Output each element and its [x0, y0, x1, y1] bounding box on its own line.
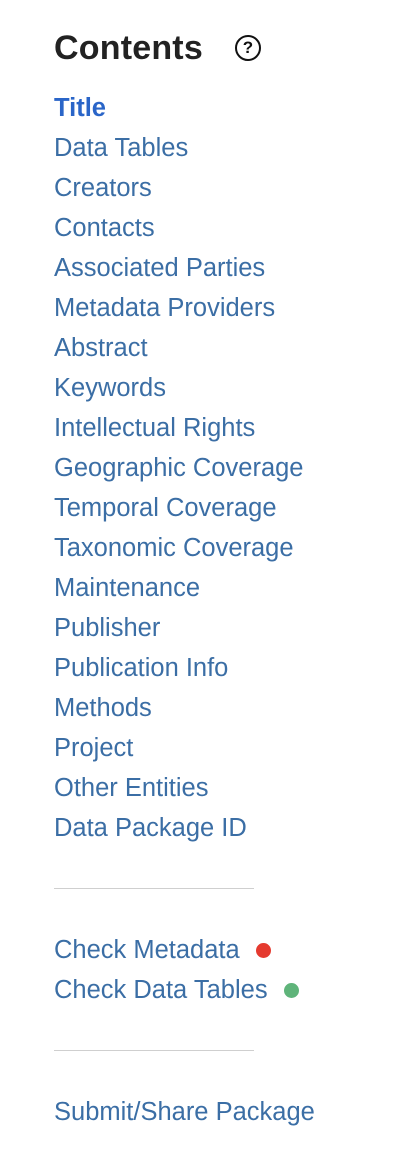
nav-item-abstract[interactable]: Abstract — [54, 328, 303, 368]
check-metadata-link[interactable]: Check Metadata — [54, 930, 299, 970]
nav-item-title[interactable]: Title — [54, 88, 303, 128]
checks-list: Check Metadata Check Data Tables — [54, 930, 299, 1010]
nav-item-intellectual-rights[interactable]: Intellectual Rights — [54, 408, 303, 448]
status-dot-green-icon — [283, 982, 299, 998]
divider — [54, 1050, 254, 1051]
nav-item-taxonomic-coverage[interactable]: Taxonomic Coverage — [54, 528, 303, 568]
nav-item-keywords[interactable]: Keywords — [54, 368, 303, 408]
nav-item-other-entities[interactable]: Other Entities — [54, 768, 303, 808]
status-dot-red-icon — [255, 942, 271, 958]
nav-item-maintenance[interactable]: Maintenance — [54, 568, 303, 608]
nav-item-geographic-coverage[interactable]: Geographic Coverage — [54, 448, 303, 488]
nav-item-data-package-id[interactable]: Data Package ID — [54, 808, 303, 848]
submit-share-package-link[interactable]: Submit/Share Package — [54, 1092, 315, 1132]
nav-item-contacts[interactable]: Contacts — [54, 208, 303, 248]
check-data-tables-label: Check Data Tables — [54, 976, 268, 1004]
question-circle-icon[interactable]: ? — [234, 35, 261, 61]
nav-item-project[interactable]: Project — [54, 728, 303, 768]
divider — [54, 888, 254, 889]
check-data-tables-link[interactable]: Check Data Tables — [54, 970, 299, 1010]
nav-item-data-tables[interactable]: Data Tables — [54, 128, 303, 168]
nav-item-publication-info[interactable]: Publication Info — [54, 648, 303, 688]
contents-header: Contents ? — [54, 26, 261, 70]
nav-item-methods[interactable]: Methods — [54, 688, 303, 728]
contents-nav: Title Data Tables Creators Contacts Asso… — [54, 88, 303, 848]
nav-item-metadata-providers[interactable]: Metadata Providers — [54, 288, 303, 328]
nav-item-publisher[interactable]: Publisher — [54, 608, 303, 648]
nav-item-associated-parties[interactable]: Associated Parties — [54, 248, 303, 288]
check-metadata-label: Check Metadata — [54, 936, 240, 964]
contents-title: Contents — [54, 29, 203, 67]
nav-item-creators[interactable]: Creators — [54, 168, 303, 208]
nav-item-temporal-coverage[interactable]: Temporal Coverage — [54, 488, 303, 528]
